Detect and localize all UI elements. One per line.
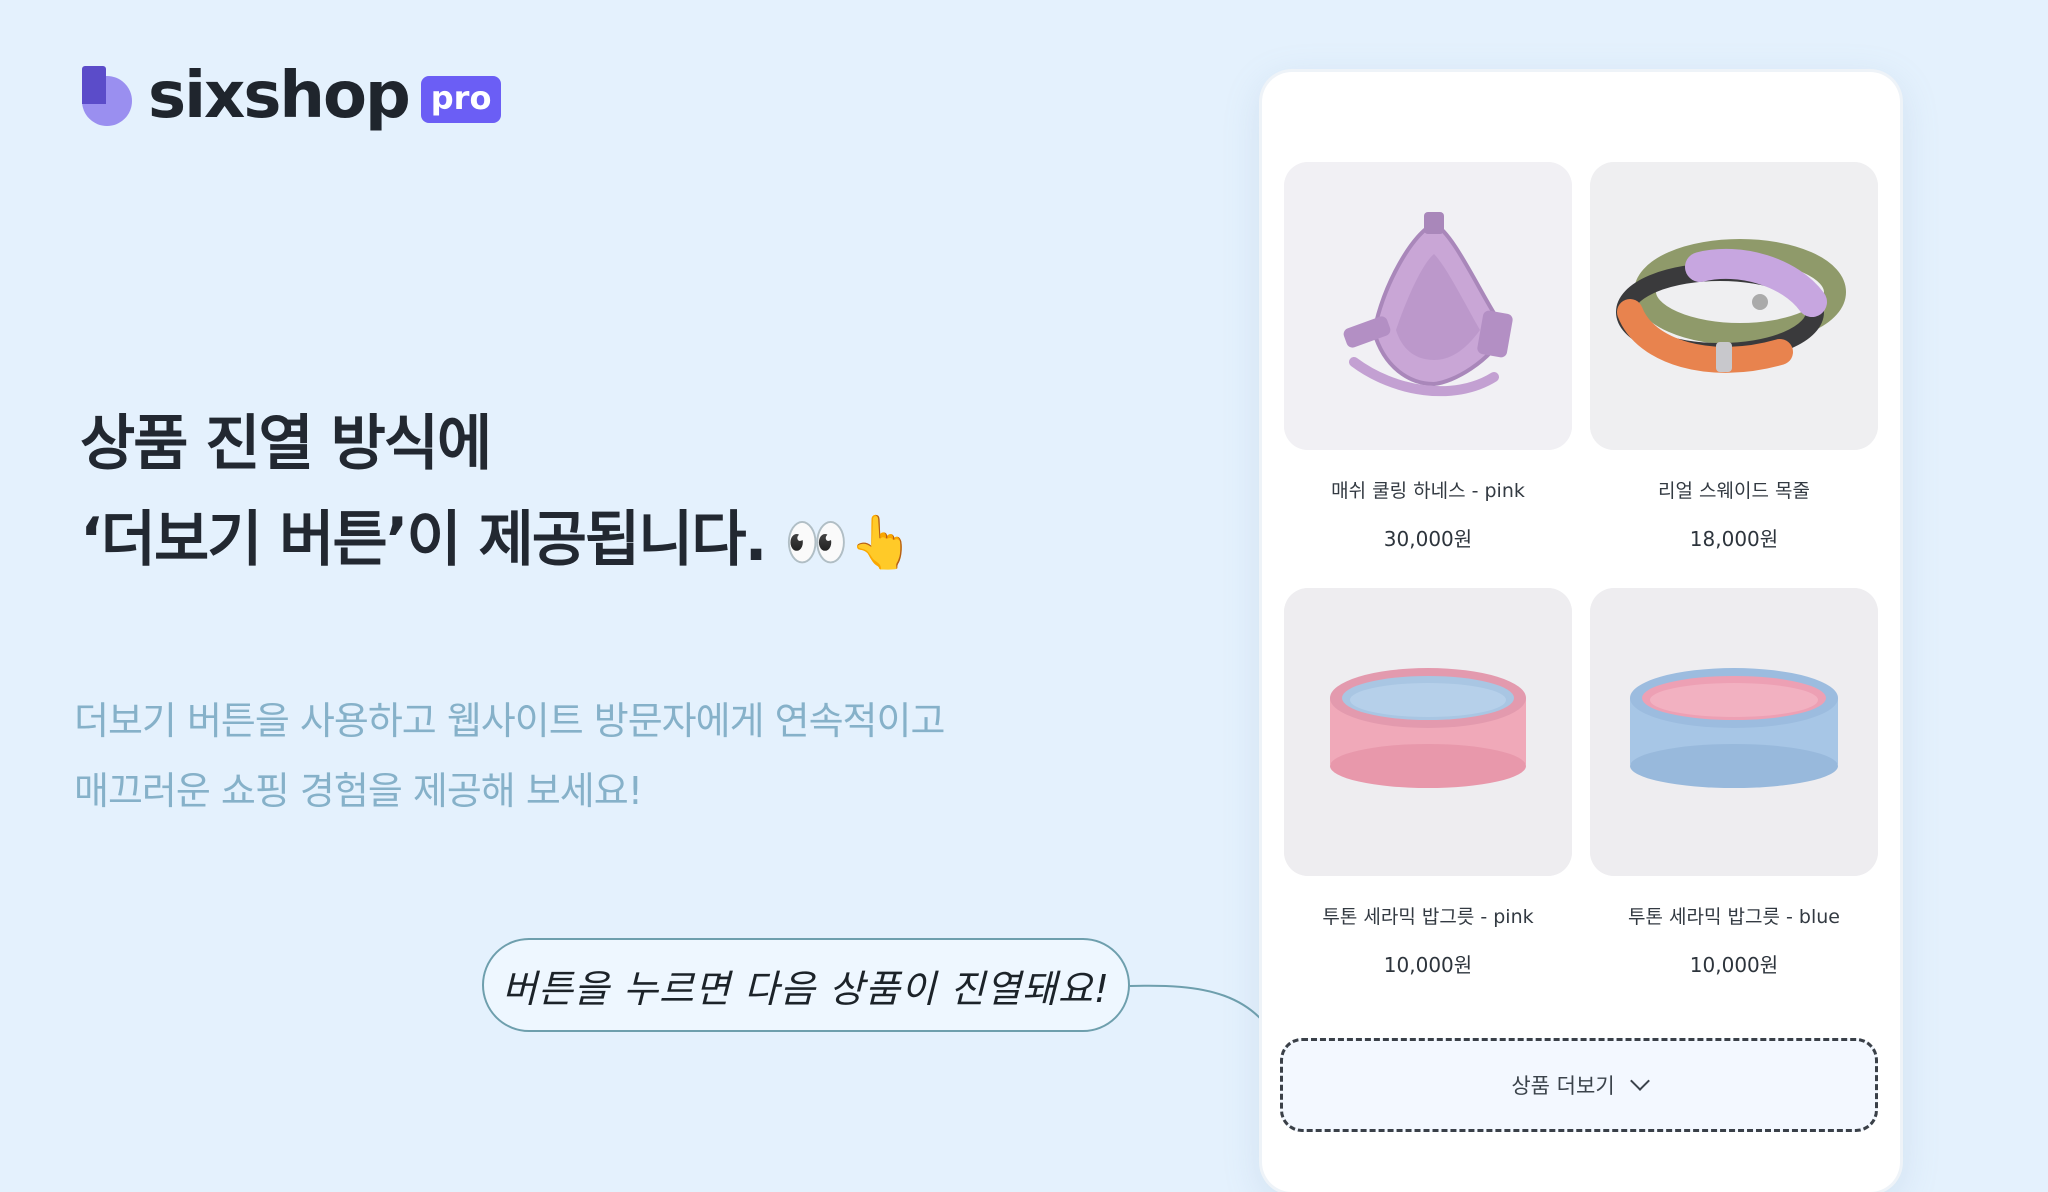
product-card[interactable]: 투톤 세라믹 밥그릇 - pink 10,000원 (1284, 588, 1572, 978)
load-more-label: 상품 더보기 (1511, 1074, 1615, 1098)
product-card[interactable]: 매쉬 쿨링 하네스 - pink 30,000원 (1284, 162, 1572, 552)
headline-line-1: 상품 진열 방식에 (80, 409, 492, 479)
sixshop-logo-icon (80, 62, 132, 130)
product-card[interactable]: 투톤 세라믹 밥그릇 - blue 10,000원 (1590, 588, 1878, 978)
description: 더보기 버튼을 사용하고 웹사이트 방문자에게 연속적이고 매끄러운 쇼핑 경험… (74, 686, 945, 826)
headline-line-2: ‘더보기 버튼’이 제공됩니다. (80, 505, 767, 575)
callout-text: 버튼을 누르면 다음 상품이 진열돼요! (502, 966, 1110, 1011)
eyes-pointing-emoji: 👀👆 (784, 513, 914, 573)
mobile-shop-preview: 매쉬 쿨링 하네스 - pink 30,000원 리얼 스웨이드 목줄 18,0… (1262, 72, 1900, 1192)
product-name[interactable]: 리얼 스웨이드 목줄 (1590, 476, 1878, 503)
pro-badge: pro (420, 75, 502, 123)
product-price: 10,000원 (1383, 953, 1473, 977)
load-more-button[interactable]: 상품 더보기 (1280, 1038, 1878, 1132)
product-name[interactable]: 투톤 세라믹 밥그릇 - pink (1284, 902, 1572, 929)
product-image-collar[interactable] (1590, 162, 1878, 450)
product-image-bowl-blue[interactable] (1590, 588, 1878, 876)
product-name[interactable]: 매쉬 쿨링 하네스 - pink (1284, 476, 1572, 503)
headline: 상품 진열 방식에 ‘더보기 버튼’이 제공됩니다. 👀👆 (80, 396, 914, 591)
product-image-bowl-pink[interactable] (1284, 588, 1572, 876)
product-price: 18,000원 (1689, 527, 1779, 551)
product-name[interactable]: 투톤 세라믹 밥그릇 - blue (1590, 902, 1878, 929)
description-line-2: 매끄러운 쇼핑 경험을 제공해 보세요! (74, 769, 643, 813)
product-image-harness[interactable] (1284, 162, 1572, 450)
brand-logo: sixshop pro (80, 59, 502, 133)
chevron-down-icon (1629, 1071, 1650, 1091)
brand-name: sixshop (148, 59, 411, 133)
description-line-1: 더보기 버튼을 사용하고 웹사이트 방문자에게 연속적이고 (74, 699, 945, 743)
product-price: 10,000원 (1689, 953, 1779, 977)
product-card[interactable]: 리얼 스웨이드 목줄 18,000원 (1590, 162, 1878, 552)
product-price: 30,000원 (1383, 527, 1473, 551)
callout-bubble: 버튼을 누르면 다음 상품이 진열돼요! (482, 938, 1130, 1032)
